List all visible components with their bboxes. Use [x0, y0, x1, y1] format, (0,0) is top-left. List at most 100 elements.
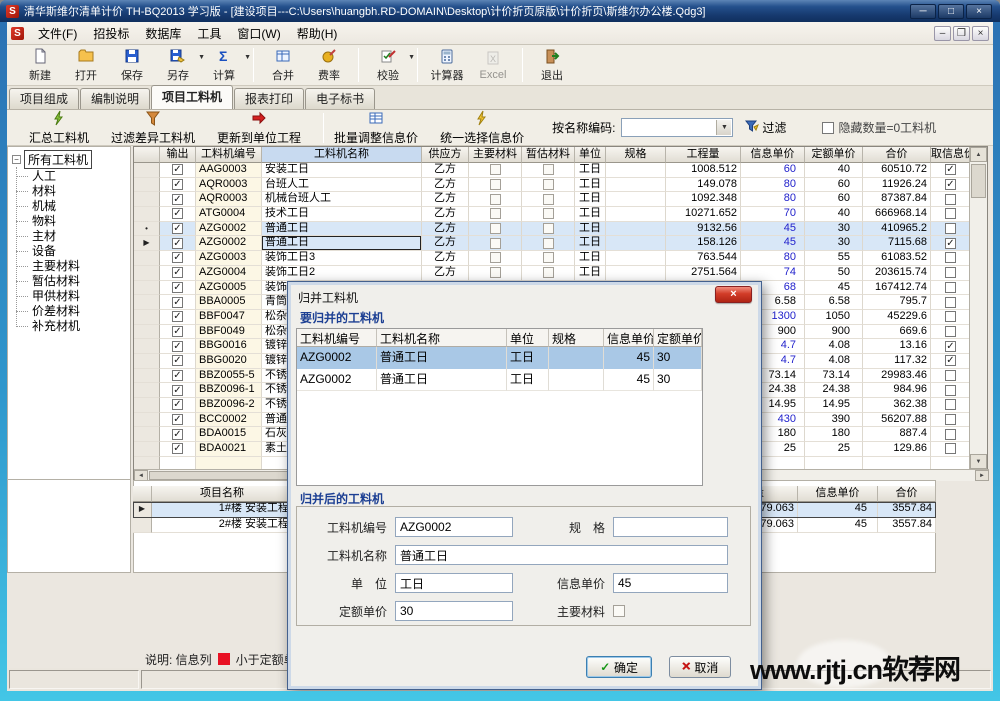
- maximize-button[interactable]: □: [938, 4, 964, 19]
- checkbox-checked[interactable]: ✓: [945, 179, 956, 190]
- toolbar-button-new-doc[interactable]: 新建: [17, 46, 63, 84]
- quota-price-field[interactable]: [395, 601, 513, 621]
- grid-header-定额单价[interactable]: 定额单价: [805, 147, 863, 163]
- grid-row[interactable]: ✓AQR0003台班人工乙方工日149.078806011926.24✓: [134, 178, 971, 193]
- vscroll-thumb[interactable]: [971, 164, 986, 198]
- row-selector-cell[interactable]: [134, 281, 160, 296]
- checkbox-checked[interactable]: ✓: [172, 179, 183, 190]
- grid-header-规格[interactable]: 规格: [606, 147, 666, 163]
- grid-row[interactable]: ✓AZG0004装饰工日2乙方工日2751.5647450203615.74: [134, 266, 971, 281]
- vertical-scrollbar[interactable]: ▲ ▼: [969, 147, 987, 469]
- code-field[interactable]: [395, 517, 513, 537]
- take-info-price-cell[interactable]: [931, 251, 971, 266]
- take-info-price-cell[interactable]: [931, 266, 971, 281]
- name-cell[interactable]: 台班人工: [262, 178, 422, 193]
- checkbox-checked[interactable]: ✓: [172, 267, 183, 278]
- project-header-name[interactable]: 项目名称: [152, 486, 293, 502]
- toolbar-button-save-as[interactable]: 另存▼: [155, 46, 201, 84]
- toolbar-button-calculator[interactable]: 计算器: [424, 46, 470, 84]
- grid-header-暂估材料[interactable]: 暂估材料: [522, 147, 575, 163]
- take-info-price-cell[interactable]: ✓: [931, 236, 971, 251]
- tree-item-物料[interactable]: 物料: [16, 214, 130, 229]
- dialog-header-工料机编号[interactable]: 工料机编号: [297, 329, 377, 347]
- checkbox-unchecked[interactable]: [945, 429, 956, 440]
- take-info-price-cell[interactable]: [931, 222, 971, 237]
- checkbox-checked[interactable]: ✓: [945, 238, 956, 249]
- row-selector-cell[interactable]: [134, 398, 160, 413]
- checkbox-unchecked[interactable]: [945, 267, 956, 278]
- grid-row[interactable]: ✓AQR0003机械台班人工乙方工日1092.348806087387.84: [134, 192, 971, 207]
- checkbox-unchecked[interactable]: [945, 208, 956, 219]
- checkbox-unchecked[interactable]: [945, 194, 956, 205]
- dialog-header-定额单价[interactable]: 定额单价: [654, 329, 702, 347]
- checkbox-checked[interactable]: ✓: [172, 341, 183, 352]
- toolbar-button-exit[interactable]: 退出: [529, 46, 575, 84]
- row-selector-cell[interactable]: [134, 383, 160, 398]
- checkbox-unchecked[interactable]: [945, 414, 956, 425]
- combobox-arrow-icon[interactable]: ▼: [716, 120, 731, 135]
- info-price-field[interactable]: [613, 573, 728, 593]
- name-cell[interactable]: 机械台班人工: [262, 192, 422, 207]
- minimize-button[interactable]: ─: [910, 4, 936, 19]
- ok-button[interactable]: ✓ 确定: [586, 656, 652, 678]
- take-info-price-cell[interactable]: [931, 398, 971, 413]
- name-cell[interactable]: 技术工日: [262, 207, 422, 222]
- checkbox-checked[interactable]: ✓: [945, 355, 956, 366]
- row-selector-cell[interactable]: [134, 266, 160, 281]
- take-info-price-cell[interactable]: [931, 413, 971, 428]
- tab-项目组成[interactable]: 项目组成: [9, 88, 79, 109]
- toolbar-button-merge[interactable]: 合并: [260, 46, 306, 84]
- row-selector-cell[interactable]: [134, 295, 160, 310]
- toolbar-button-save[interactable]: 保存: [109, 46, 155, 84]
- toolbar-button-汇总工料机[interactable]: 汇总工料机: [29, 110, 89, 146]
- checkbox-checked[interactable]: ✓: [172, 238, 183, 249]
- row-selector-cell[interactable]: ▶: [134, 236, 160, 251]
- row-selector-cell[interactable]: [134, 192, 160, 207]
- menu-item-帮助H[interactable]: 帮助(H): [289, 23, 346, 44]
- take-info-price-cell[interactable]: [931, 383, 971, 398]
- checkbox-checked[interactable]: ✓: [172, 326, 183, 337]
- tree-item-主材[interactable]: 主材: [16, 229, 130, 244]
- name-code-input[interactable]: [623, 120, 715, 135]
- checkbox-checked[interactable]: ✓: [945, 341, 956, 352]
- mdi-restore-button[interactable]: ❒: [953, 26, 970, 41]
- name-cell[interactable]: 普通工日: [262, 236, 422, 251]
- grid-row[interactable]: ✓ATG0004技术工日乙方工日10271.6527040666968.14: [134, 207, 971, 222]
- grid-header-供应方[interactable]: 供应方: [422, 147, 469, 163]
- checkbox-checked[interactable]: ✓: [172, 194, 183, 205]
- close-button[interactable]: ×: [966, 4, 992, 19]
- toolbar-button-过滤差异工料机[interactable]: 过滤差异工料机: [111, 110, 195, 146]
- take-info-price-cell[interactable]: [931, 192, 971, 207]
- row-selector-cell[interactable]: [134, 442, 160, 457]
- toolbar-button-open-folder[interactable]: 打开: [63, 46, 109, 84]
- row-selector-cell[interactable]: [133, 518, 152, 534]
- tree-item-all[interactable]: − 所有工料机: [12, 150, 130, 169]
- unit-field[interactable]: [395, 573, 513, 593]
- toolbar-button-统一选择信息价[interactable]: 统一选择信息价: [440, 110, 524, 146]
- tree-item-机械[interactable]: 机械: [16, 199, 130, 214]
- checkbox-checked[interactable]: ✓: [172, 223, 183, 234]
- scroll-down-icon[interactable]: ▼: [970, 454, 987, 469]
- take-info-price-cell[interactable]: ✓: [931, 354, 971, 369]
- hide-zero-checkbox-group[interactable]: 隐藏数量=0工料机: [822, 119, 936, 136]
- filter-button[interactable]: 过滤: [745, 119, 786, 136]
- row-selector-cell[interactable]: [134, 251, 160, 266]
- take-info-price-cell[interactable]: [931, 207, 971, 222]
- toolbar-button-批量调整信息价[interactable]: 批量调整信息价: [334, 110, 418, 146]
- toolbar-button-rate[interactable]: 费率: [306, 46, 352, 84]
- dropdown-arrow-icon[interactable]: ▼: [244, 54, 251, 61]
- toolbar-button-sigma[interactable]: Σ计算▼: [201, 46, 247, 84]
- menu-item-数据库[interactable]: 数据库: [137, 23, 189, 44]
- grid-header-selector[interactable]: [134, 147, 160, 163]
- tree-item-人工[interactable]: 人工: [16, 169, 130, 184]
- checkbox-checked[interactable]: ✓: [172, 208, 183, 219]
- name-code-combobox[interactable]: ▼: [621, 118, 733, 137]
- row-selector-cell[interactable]: •: [134, 222, 160, 237]
- checkbox-unchecked[interactable]: [945, 252, 956, 263]
- checkbox-checked[interactable]: ✓: [172, 370, 183, 381]
- dialog-row[interactable]: AZG0002普通工日工日4530: [297, 369, 702, 391]
- checkbox-checked[interactable]: ✓: [945, 164, 956, 175]
- tree-item-主要材料[interactable]: 主要材料: [16, 259, 130, 274]
- checkbox-checked[interactable]: ✓: [172, 164, 183, 175]
- grid-header-单位[interactable]: 单位: [575, 147, 606, 163]
